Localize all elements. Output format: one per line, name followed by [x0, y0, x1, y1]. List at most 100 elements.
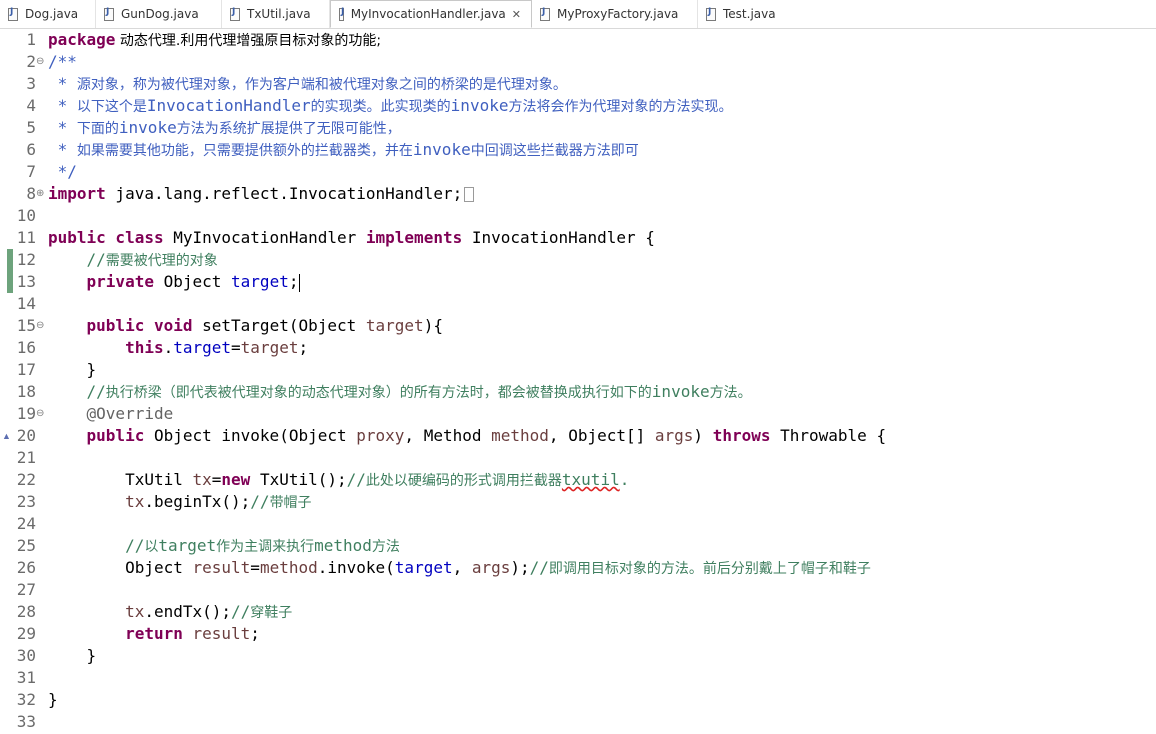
code-line[interactable]: public class MyInvocationHandler impleme…: [48, 227, 655, 249]
tab-test-java[interactable]: Test.java: [698, 0, 794, 28]
comment: //: [346, 470, 366, 489]
code-text: Object: [125, 558, 193, 577]
fold-collapse-icon[interactable]: ⊖: [36, 403, 44, 425]
local-variable: tx: [192, 470, 212, 489]
code-text: ;: [288, 272, 299, 291]
parameter-name: method: [491, 426, 549, 445]
line-number: 22: [16, 470, 36, 489]
code-text: =: [211, 470, 222, 489]
code-line[interactable]: public void setTarget(Object target){: [48, 315, 443, 337]
code-line[interactable]: public Object invoke(Object proxy, Metho…: [48, 425, 887, 447]
javadoc-comment: InvocationHandler: [146, 96, 311, 115]
code-line[interactable]: }: [48, 359, 97, 381]
code-line[interactable]: return result;: [48, 623, 260, 645]
keyword: implements: [365, 228, 463, 247]
type-name: Object: [153, 272, 232, 291]
code-line[interactable]: /**: [48, 51, 77, 73]
keyword: new: [221, 470, 251, 489]
code-line[interactable]: TxUtil tx=new TxUtil();//此处以硬编码的形式调用拦截器t…: [48, 469, 629, 491]
javadoc-comment: *: [48, 74, 77, 93]
code-line[interactable]: }: [48, 645, 97, 667]
javadoc-comment: invoke: [450, 96, 509, 115]
annotation: @Override: [86, 404, 174, 423]
local-variable: tx: [125, 602, 145, 621]
keyword: return: [125, 624, 183, 643]
tab-label: MyProxyFactory.java: [557, 7, 679, 21]
line-number: 15: [16, 316, 36, 335]
keyword: import: [48, 184, 106, 203]
code-text: ): [693, 426, 713, 445]
code-line[interactable]: package 动态代理.利用代理增强原目标对象的功能;: [48, 29, 381, 51]
code-line[interactable]: }: [48, 689, 58, 711]
comment: txutil: [561, 470, 620, 489]
javadoc-comment: 的实现类。此实现类的: [310, 99, 451, 115]
javadoc-comment: invoke: [412, 140, 471, 159]
line-number: 7: [26, 162, 36, 181]
line-number: 17: [16, 360, 36, 379]
tab-myinvocationhandler-java[interactable]: MyInvocationHandler.java ✕: [330, 0, 532, 28]
tab-label: Test.java: [723, 7, 776, 21]
javadoc-comment: /**: [48, 52, 77, 71]
code-line[interactable]: private Object target;: [48, 271, 301, 293]
code-text: ,: [452, 558, 472, 577]
fold-expand-icon[interactable]: ⊕: [36, 183, 44, 205]
close-icon[interactable]: ✕: [512, 8, 521, 21]
javadoc-comment: invoke: [118, 118, 177, 137]
code-text: Throwable {: [770, 426, 887, 445]
local-variable: tx: [125, 492, 145, 511]
code-line[interactable]: tx.endTx();//穿鞋子: [48, 601, 292, 623]
code-line[interactable]: * 源对象，称为被代理对象，作为客户端和被代理对象之间的桥梁的是代理对象。: [48, 73, 567, 95]
javadoc-comment: */: [48, 162, 77, 181]
code-text: .: [163, 338, 174, 357]
collapsed-imports-icon[interactable]: [464, 187, 475, 202]
code-text: TxUtil();: [250, 470, 347, 489]
comment: 方法: [371, 539, 400, 555]
code-line[interactable]: */: [48, 161, 77, 183]
tab-myproxyfactory-java[interactable]: MyProxyFactory.java: [532, 0, 698, 28]
code-text-area[interactable]: package 动态代理.利用代理增强原目标对象的功能; /** * 源对象，称…: [48, 29, 1156, 734]
line-number: 5: [26, 118, 36, 137]
code-line[interactable]: @Override: [48, 403, 174, 425]
code-line[interactable]: //执行桥梁（即代表被代理对象的动态代理对象）的所有方法时，都会被替换成执行如下…: [48, 381, 752, 403]
line-number: 8: [26, 184, 36, 203]
comment: //: [529, 558, 549, 577]
line-number: 10: [16, 206, 36, 225]
tab-txutil-java[interactable]: TxUtil.java: [222, 0, 330, 28]
line-number: 21: [16, 448, 36, 467]
comment: 执行桥梁（即代表被代理对象的动态代理对象）的所有方法时，都会被替换成执行如下的: [105, 385, 652, 401]
tab-gundog-java[interactable]: GunDog.java: [96, 0, 222, 28]
code-line[interactable]: Object result=method.invoke(target, args…: [48, 557, 871, 579]
line-number-gutter: 1 2 ⊖ 3 4 5 6 7 8 ⊕ 10 11 12 13 14 15 ⊖ …: [0, 29, 46, 734]
local-variable: result: [192, 558, 251, 577]
code-text: .invoke(: [317, 558, 395, 577]
parameter-name: method: [259, 558, 318, 577]
code-editor[interactable]: 1 2 ⊖ 3 4 5 6 7 8 ⊕ 10 11 12 13 14 15 ⊖ …: [0, 29, 1156, 734]
line-number: 14: [16, 294, 36, 313]
package-name: 动态代理.利用代理增强原目标对象的功能;: [115, 33, 382, 49]
code-line[interactable]: //以target作为主调来执行method方法: [48, 535, 400, 557]
code-line[interactable]: import java.lang.reflect.InvocationHandl…: [48, 183, 475, 205]
code-line[interactable]: this.target=target;: [48, 337, 308, 359]
fold-collapse-icon[interactable]: ⊖: [36, 315, 44, 337]
java-file-icon: [230, 7, 240, 21]
line-number: 4: [26, 96, 36, 115]
fold-collapse-icon[interactable]: ⊖: [36, 51, 44, 73]
tab-label: TxUtil.java: [247, 7, 311, 21]
code-line[interactable]: * 如果需要其他功能，只需要提供额外的拦截器类，并在invoke中回调这些拦截器…: [48, 139, 639, 161]
java-file-icon: [339, 7, 344, 21]
line-number: 18: [16, 382, 36, 401]
code-line[interactable]: //需要被代理的对象: [48, 249, 218, 271]
tab-dog-java[interactable]: Dog.java: [0, 0, 96, 28]
code-line[interactable]: * 下面的invoke方法为系统扩展提供了无限可能性，: [48, 117, 401, 139]
line-number: 31: [16, 668, 36, 687]
javadoc-comment: 方法将会作为代理对象的方法实现。: [508, 99, 733, 115]
code-line[interactable]: * 以下这个是InvocationHandler的实现类。此实现类的invoke…: [48, 95, 733, 117]
code-line[interactable]: tx.beginTx();//带帽子: [48, 491, 312, 513]
code-text: .beginTx();: [144, 492, 251, 511]
line-number: 3: [26, 74, 36, 93]
keyword: throws: [712, 426, 771, 445]
